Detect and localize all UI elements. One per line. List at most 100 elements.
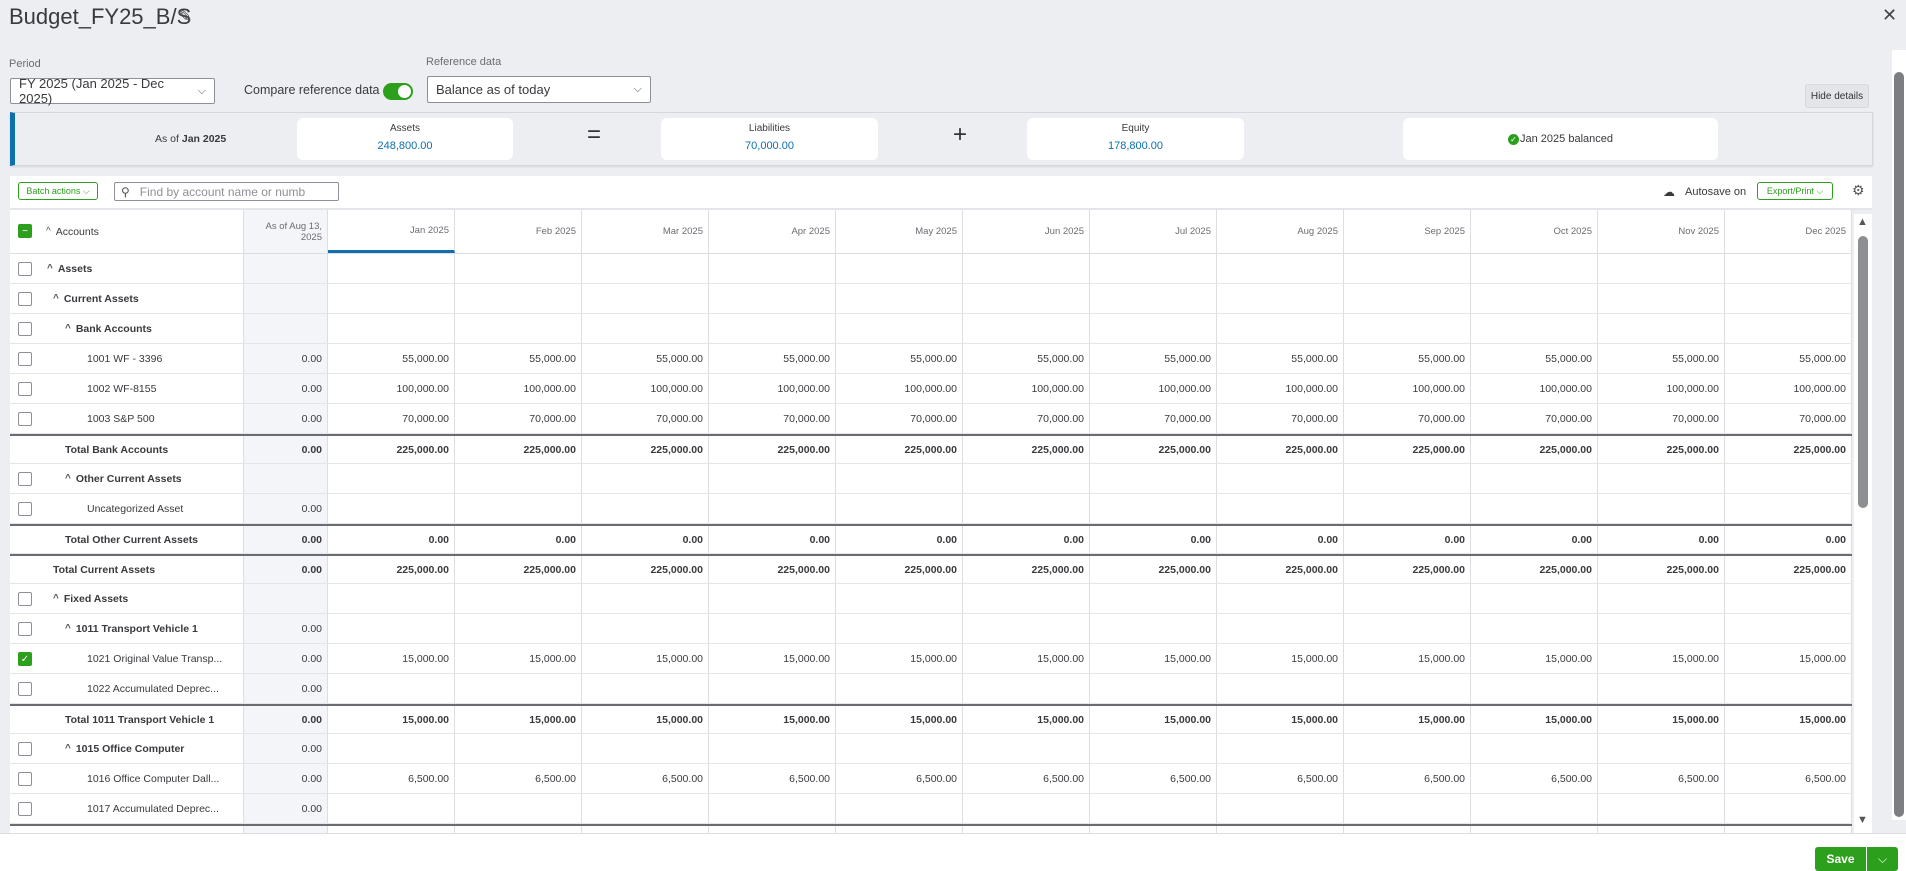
budget-cell[interactable]: 15,000.00: [709, 644, 836, 673]
budget-cell[interactable]: [1217, 584, 1344, 613]
budget-cell[interactable]: 100,000.00: [1217, 374, 1344, 403]
batch-actions-button[interactable]: Batch actions ⌵: [18, 182, 98, 200]
budget-cell[interactable]: 100,000.00: [1725, 374, 1852, 403]
budget-cell[interactable]: 225,000.00: [963, 556, 1090, 583]
row-checkbox[interactable]: [18, 352, 32, 366]
budget-cell[interactable]: 6,500.00: [836, 764, 963, 793]
budget-cell[interactable]: 0.00: [963, 526, 1090, 553]
budget-cell[interactable]: 55,000.00: [1725, 344, 1852, 373]
budget-cell[interactable]: [1725, 494, 1852, 523]
budget-cell[interactable]: [1598, 284, 1725, 313]
row-checkbox[interactable]: [18, 412, 32, 426]
budget-cell[interactable]: 6,500.00: [1344, 764, 1471, 793]
budget-cell[interactable]: [582, 494, 709, 523]
budget-cell[interactable]: 6,500.00: [1598, 826, 1725, 833]
budget-cell[interactable]: [709, 494, 836, 523]
budget-cell[interactable]: 15,000.00: [1725, 706, 1852, 733]
budget-cell[interactable]: 225,000.00: [836, 556, 963, 583]
budget-cell[interactable]: [1725, 254, 1852, 283]
budget-cell[interactable]: [1090, 614, 1217, 643]
budget-cell[interactable]: [1725, 614, 1852, 643]
budget-cell[interactable]: [455, 674, 582, 703]
budget-cell[interactable]: 225,000.00: [328, 556, 455, 583]
row-checkbox[interactable]: [18, 772, 32, 786]
budget-cell[interactable]: 15,000.00: [1344, 644, 1471, 673]
budget-cell[interactable]: 225,000.00: [1344, 436, 1471, 463]
close-icon[interactable]: ✕: [1882, 5, 1897, 26]
select-all-checkbox[interactable]: −: [18, 224, 32, 238]
budget-cell[interactable]: [1090, 674, 1217, 703]
budget-cell[interactable]: [582, 314, 709, 343]
budget-cell[interactable]: 6,500.00: [963, 826, 1090, 833]
budget-cell[interactable]: 6,500.00: [1471, 826, 1598, 833]
budget-cell[interactable]: [1217, 674, 1344, 703]
budget-cell[interactable]: [1217, 464, 1344, 493]
month-header[interactable]: Sep 2025: [1344, 210, 1471, 253]
budget-cell[interactable]: [1598, 314, 1725, 343]
budget-cell[interactable]: 15,000.00: [836, 706, 963, 733]
budget-cell[interactable]: [1344, 794, 1471, 823]
budget-cell[interactable]: [963, 284, 1090, 313]
budget-cell[interactable]: 6,500.00: [328, 764, 455, 793]
budget-cell[interactable]: [963, 614, 1090, 643]
reference-select[interactable]: Balance as of today ⌵: [427, 76, 651, 103]
budget-cell[interactable]: 0.00: [1344, 526, 1471, 553]
budget-cell[interactable]: [709, 614, 836, 643]
budget-cell[interactable]: [328, 254, 455, 283]
budget-cell[interactable]: 0.00: [836, 526, 963, 553]
scroll-down-arrow-icon[interactable]: ▼: [1857, 814, 1868, 826]
budget-cell[interactable]: [1217, 794, 1344, 823]
budget-cell[interactable]: 6,500.00: [1725, 764, 1852, 793]
budget-cell[interactable]: 100,000.00: [1090, 374, 1217, 403]
budget-cell[interactable]: [1344, 674, 1471, 703]
budget-cell[interactable]: 6,500.00: [1090, 826, 1217, 833]
budget-cell[interactable]: [836, 584, 963, 613]
budget-cell[interactable]: [1090, 284, 1217, 313]
budget-cell[interactable]: [1217, 614, 1344, 643]
budget-cell[interactable]: 100,000.00: [1344, 374, 1471, 403]
budget-cell[interactable]: 15,000.00: [963, 706, 1090, 733]
budget-cell[interactable]: [1598, 254, 1725, 283]
budget-cell[interactable]: 100,000.00: [709, 374, 836, 403]
budget-cell[interactable]: [1725, 734, 1852, 763]
caret-up-icon[interactable]: ^: [65, 623, 71, 634]
budget-cell[interactable]: [1471, 794, 1598, 823]
caret-up-icon[interactable]: ^: [53, 293, 59, 304]
budget-cell[interactable]: [1471, 494, 1598, 523]
budget-cell[interactable]: 100,000.00: [1471, 374, 1598, 403]
budget-cell[interactable]: 6,500.00: [328, 826, 455, 833]
budget-cell[interactable]: [963, 494, 1090, 523]
row-checkbox[interactable]: [18, 682, 32, 696]
budget-cell[interactable]: 225,000.00: [1471, 436, 1598, 463]
budget-cell[interactable]: [963, 584, 1090, 613]
budget-cell[interactable]: [328, 494, 455, 523]
row-checkbox[interactable]: ✓: [18, 652, 32, 666]
budget-cell[interactable]: 15,000.00: [328, 644, 455, 673]
budget-cell[interactable]: [836, 314, 963, 343]
budget-cell[interactable]: 70,000.00: [455, 404, 582, 433]
budget-cell[interactable]: [328, 464, 455, 493]
row-checkbox[interactable]: [18, 592, 32, 606]
budget-cell[interactable]: [1725, 794, 1852, 823]
budget-cell[interactable]: 6,500.00: [1725, 826, 1852, 833]
budget-cell[interactable]: 225,000.00: [1725, 556, 1852, 583]
budget-cell[interactable]: 100,000.00: [328, 374, 455, 403]
budget-cell[interactable]: 0.00: [1471, 526, 1598, 553]
export-print-button[interactable]: Export/Print ⌵: [1757, 182, 1833, 200]
budget-cell[interactable]: [836, 284, 963, 313]
caret-up-icon[interactable]: ^: [53, 593, 59, 604]
budget-cell[interactable]: [582, 254, 709, 283]
budget-cell[interactable]: 225,000.00: [836, 436, 963, 463]
budget-cell[interactable]: [455, 314, 582, 343]
budget-cell[interactable]: 70,000.00: [1471, 404, 1598, 433]
save-options-dropdown[interactable]: ⌵: [1867, 847, 1898, 871]
budget-cell[interactable]: [328, 674, 455, 703]
budget-cell[interactable]: [709, 254, 836, 283]
budget-cell[interactable]: 15,000.00: [709, 706, 836, 733]
budget-cell[interactable]: [1471, 284, 1598, 313]
budget-cell[interactable]: [455, 464, 582, 493]
budget-cell[interactable]: [963, 464, 1090, 493]
budget-cell[interactable]: 6,500.00: [1344, 826, 1471, 833]
budget-cell[interactable]: [1344, 584, 1471, 613]
budget-cell[interactable]: 70,000.00: [582, 404, 709, 433]
